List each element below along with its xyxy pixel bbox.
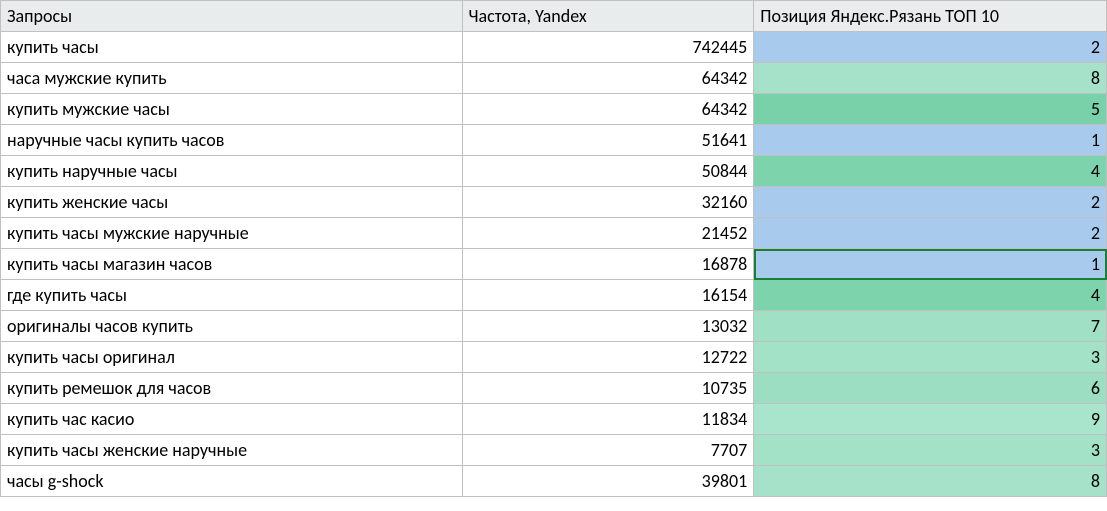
table-row: купить наручные часы508444 bbox=[1, 156, 1107, 187]
table-row: купить женские часы321602 bbox=[1, 187, 1107, 218]
data-table: Запросы Частота, Yandex Позиция Яндекс.Р… bbox=[0, 0, 1107, 497]
header-frequency[interactable]: Частота, Yandex bbox=[462, 1, 754, 32]
cell-query[interactable]: купить часы женские наручные bbox=[1, 435, 463, 466]
cell-frequency[interactable]: 64342 bbox=[462, 63, 754, 94]
table-row: купить часы мужские наручные214522 bbox=[1, 218, 1107, 249]
table-row: где купить часы161544 bbox=[1, 280, 1107, 311]
table-row: купить часы магазин часов168781 bbox=[1, 249, 1107, 280]
cell-query[interactable]: купить часы оригинал bbox=[1, 342, 463, 373]
table-row: купить мужские часы643425 bbox=[1, 94, 1107, 125]
cell-frequency[interactable]: 21452 bbox=[462, 218, 754, 249]
header-query[interactable]: Запросы bbox=[1, 1, 463, 32]
cell-query[interactable]: купить час касио bbox=[1, 404, 463, 435]
table-row: купить часы7424452 bbox=[1, 32, 1107, 63]
cell-query[interactable]: купить часы мужские наручные bbox=[1, 218, 463, 249]
cell-query[interactable]: купить ремешок для часов bbox=[1, 373, 463, 404]
cell-position[interactable]: 2 bbox=[754, 187, 1107, 218]
cell-frequency[interactable]: 7707 bbox=[462, 435, 754, 466]
cell-position[interactable]: 5 bbox=[754, 94, 1107, 125]
cell-position[interactable]: 3 bbox=[754, 435, 1107, 466]
cell-position[interactable]: 7 bbox=[754, 311, 1107, 342]
cell-position[interactable]: 8 bbox=[754, 466, 1107, 497]
table-row: купить ремешок для часов107356 bbox=[1, 373, 1107, 404]
table-row: купить часы оригинал127223 bbox=[1, 342, 1107, 373]
cell-frequency[interactable]: 51641 bbox=[462, 125, 754, 156]
cell-frequency[interactable]: 39801 bbox=[462, 466, 754, 497]
cell-query[interactable]: купить часы магазин часов bbox=[1, 249, 463, 280]
cell-frequency[interactable]: 16878 bbox=[462, 249, 754, 280]
cell-query[interactable]: купить женские часы bbox=[1, 187, 463, 218]
table-header-row: Запросы Частота, Yandex Позиция Яндекс.Р… bbox=[1, 1, 1107, 32]
cell-frequency[interactable]: 16154 bbox=[462, 280, 754, 311]
cell-query[interactable]: часы g-shock bbox=[1, 466, 463, 497]
cell-position[interactable]: 2 bbox=[754, 32, 1107, 63]
table-row: оригиналы часов купить130327 bbox=[1, 311, 1107, 342]
cell-frequency[interactable]: 12722 bbox=[462, 342, 754, 373]
cell-frequency[interactable]: 13032 bbox=[462, 311, 754, 342]
cell-query[interactable]: купить наручные часы bbox=[1, 156, 463, 187]
cell-frequency[interactable]: 742445 bbox=[462, 32, 754, 63]
cell-query[interactable]: купить мужские часы bbox=[1, 94, 463, 125]
table-row: наручные часы купить часов516411 bbox=[1, 125, 1107, 156]
table-row: купить часы женские наручные77073 bbox=[1, 435, 1107, 466]
cell-query[interactable]: наручные часы купить часов bbox=[1, 125, 463, 156]
cell-frequency[interactable]: 50844 bbox=[462, 156, 754, 187]
cell-frequency[interactable]: 11834 bbox=[462, 404, 754, 435]
cell-frequency[interactable]: 10735 bbox=[462, 373, 754, 404]
table-row: часа мужские купить643428 bbox=[1, 63, 1107, 94]
cell-position[interactable]: 9 bbox=[754, 404, 1107, 435]
cell-query[interactable]: часа мужские купить bbox=[1, 63, 463, 94]
cell-position[interactable]: 4 bbox=[754, 156, 1107, 187]
cell-position[interactable]: 8 bbox=[754, 63, 1107, 94]
cell-query[interactable]: купить часы bbox=[1, 32, 463, 63]
cell-position[interactable]: 1 bbox=[754, 125, 1107, 156]
cell-position[interactable]: 4 bbox=[754, 280, 1107, 311]
cell-frequency[interactable]: 64342 bbox=[462, 94, 754, 125]
cell-query[interactable]: где купить часы bbox=[1, 280, 463, 311]
header-position[interactable]: Позиция Яндекс.Рязань ТОП 10 bbox=[754, 1, 1107, 32]
cell-position[interactable]: 2 bbox=[754, 218, 1107, 249]
cell-position[interactable]: 3 bbox=[754, 342, 1107, 373]
table-row: часы g-shock398018 bbox=[1, 466, 1107, 497]
cell-position[interactable]: 1 bbox=[754, 249, 1107, 280]
table-row: купить час касио118349 bbox=[1, 404, 1107, 435]
cell-frequency[interactable]: 32160 bbox=[462, 187, 754, 218]
cell-query[interactable]: оригиналы часов купить bbox=[1, 311, 463, 342]
cell-position[interactable]: 6 bbox=[754, 373, 1107, 404]
